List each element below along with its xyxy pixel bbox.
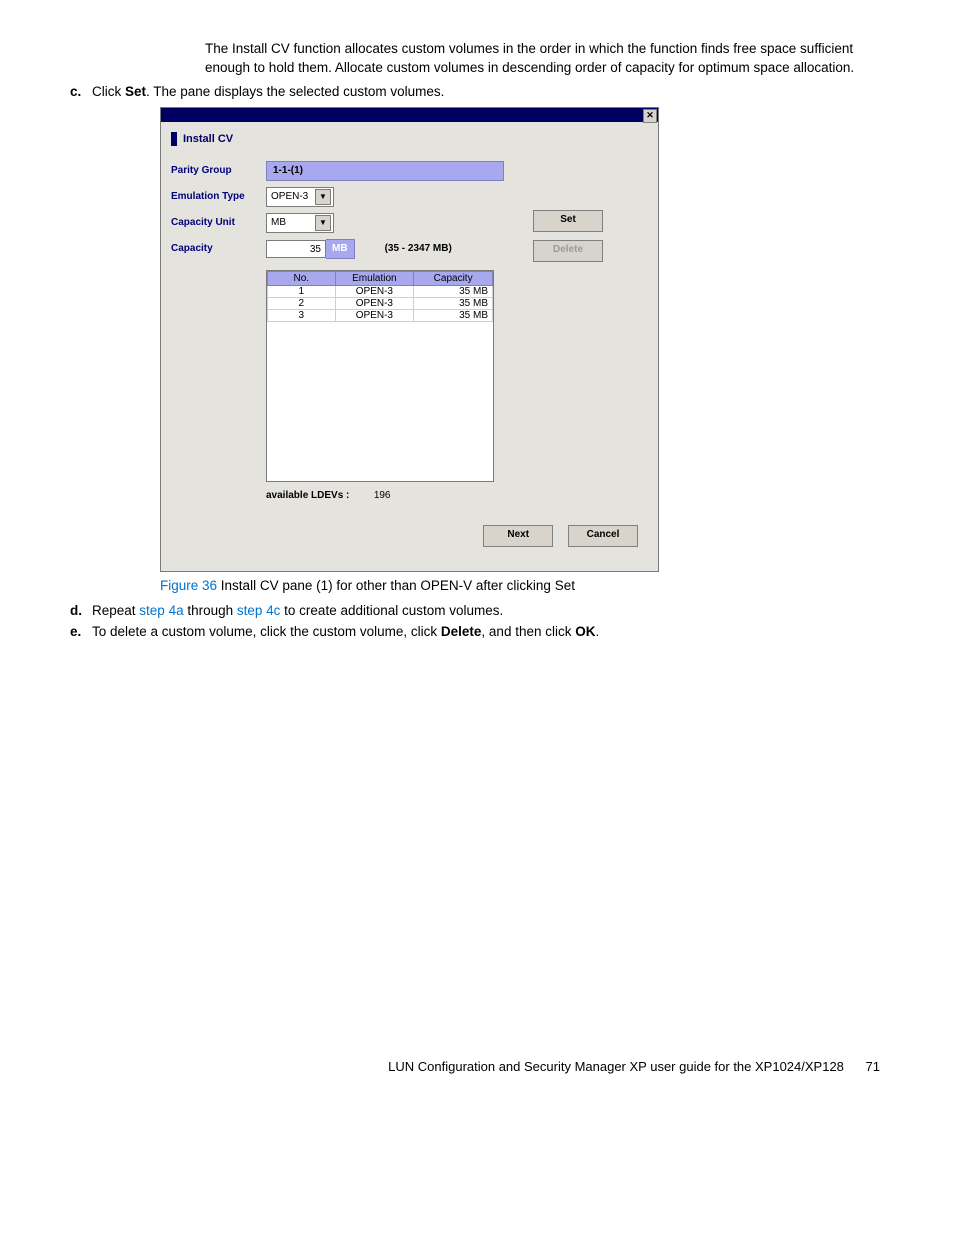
emulation-select[interactable]: OPEN-3 ▼ — [266, 187, 334, 207]
link-step4a[interactable]: step 4a — [139, 603, 183, 618]
step-c-set: Set — [125, 84, 146, 99]
figure-text: Install CV pane (1) for other than OPEN-… — [217, 578, 575, 593]
cell-emu: OPEN-3 — [335, 309, 414, 321]
cell-cap: 35 MB — [414, 285, 493, 297]
chevron-down-icon: ▼ — [315, 215, 331, 231]
dialog-titlebar: ✕ — [161, 108, 658, 122]
step-d-pre: Repeat — [92, 603, 139, 618]
footer-text: LUN Configuration and Security Manager X… — [388, 1059, 844, 1074]
figure-label: Figure 36 — [160, 578, 217, 593]
step-d-marker: d. — [70, 603, 82, 618]
label-capacity: Capacity — [171, 236, 266, 262]
cancel-button[interactable]: Cancel — [568, 525, 638, 547]
label-parity: Parity Group — [171, 158, 266, 184]
table-row[interactable]: 2 OPEN-3 35 MB — [268, 297, 493, 309]
emulation-value: OPEN-3 — [271, 191, 308, 202]
figure-caption: Figure 36 Install CV pane (1) for other … — [160, 578, 884, 593]
cell-no: 2 — [268, 297, 336, 309]
cell-cap: 35 MB — [414, 309, 493, 321]
step-e-delete: Delete — [441, 624, 482, 639]
step-c-marker: c. — [70, 84, 81, 99]
step-e-post: . — [595, 624, 599, 639]
unit-value: MB — [271, 217, 286, 228]
cell-no: 3 — [268, 309, 336, 321]
available-ldevs-value: 196 — [352, 490, 412, 501]
capacity-input[interactable]: 35 — [266, 240, 326, 258]
close-icon[interactable]: ✕ — [643, 109, 657, 123]
cell-emu: OPEN-3 — [335, 297, 414, 309]
label-unit: Capacity Unit — [171, 210, 266, 236]
page-number: 71 — [866, 1059, 880, 1074]
step-c-text-pre: Click — [92, 84, 125, 99]
step-d: d. Repeat step 4a through step 4c to cre… — [70, 603, 884, 618]
step-e-ok: OK — [575, 624, 595, 639]
col-emu: Emulation — [335, 271, 414, 285]
capacity-range: (35 - 2347 MB) — [385, 243, 452, 254]
step-e-marker: e. — [70, 624, 81, 639]
step-e-mid: , and then click — [481, 624, 575, 639]
intro-paragraph: The Install CV function allocates custom… — [205, 40, 884, 78]
step-d-post: to create additional custom volumes. — [280, 603, 503, 618]
unit-select[interactable]: MB ▼ — [266, 213, 334, 233]
cv-table[interactable]: No. Emulation Capacity 1 OPEN-3 35 MB 2 … — [267, 271, 493, 322]
table-row[interactable]: 1 OPEN-3 35 MB — [268, 285, 493, 297]
cell-no: 1 — [268, 285, 336, 297]
next-button[interactable]: Next — [483, 525, 553, 547]
cell-cap: 35 MB — [414, 297, 493, 309]
step-e-pre: To delete a custom volume, click the cus… — [92, 624, 441, 639]
label-emulation: Emulation Type — [171, 184, 266, 210]
chevron-down-icon: ▼ — [315, 189, 331, 205]
page-footer: LUN Configuration and Security Manager X… — [70, 1059, 884, 1074]
parity-group-value: 1-1-(1) — [266, 161, 504, 181]
set-button[interactable]: Set — [533, 210, 603, 232]
col-no: No. — [268, 271, 336, 285]
link-step4c[interactable]: step 4c — [237, 603, 281, 618]
dialog-title: Install CV — [171, 132, 648, 146]
step-d-mid: through — [184, 603, 237, 618]
step-e: e. To delete a custom volume, click the … — [70, 624, 884, 639]
capacity-unit-badge: MB — [326, 239, 355, 259]
col-cap: Capacity — [414, 271, 493, 285]
step-c: c. Click Set. The pane displays the sele… — [70, 84, 884, 99]
cell-emu: OPEN-3 — [335, 285, 414, 297]
available-ldevs-label: available LDEVs : — [266, 490, 349, 501]
step-c-text-post: . The pane displays the selected custom … — [146, 84, 444, 99]
install-cv-dialog: ✕ Install CV Parity Group Emulation Type… — [160, 107, 659, 572]
cv-table-wrap: No. Emulation Capacity 1 OPEN-3 35 MB 2 … — [266, 270, 494, 482]
delete-button[interactable]: Delete — [533, 240, 603, 262]
table-row[interactable]: 3 OPEN-3 35 MB — [268, 309, 493, 321]
